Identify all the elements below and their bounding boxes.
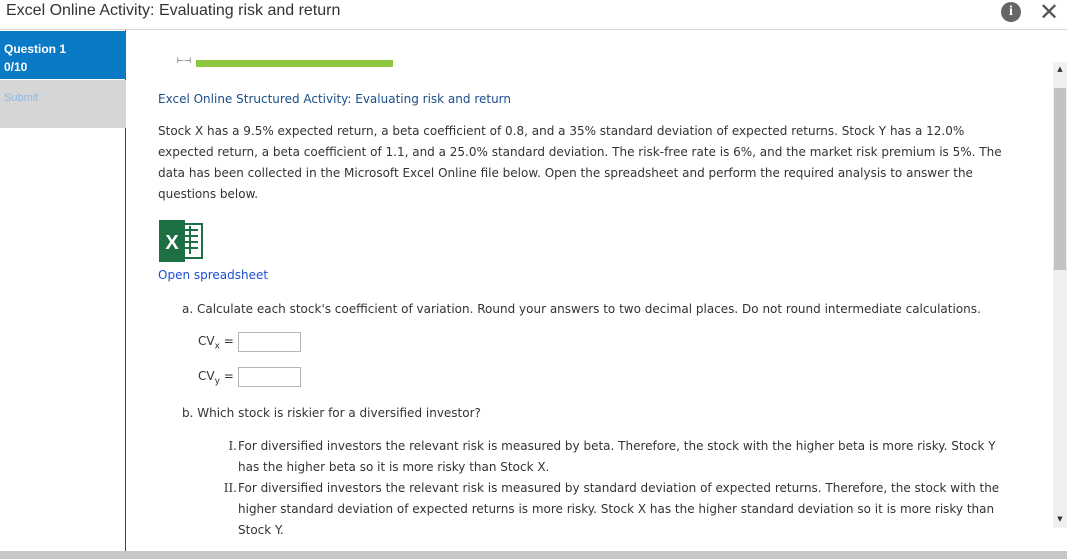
progress-fill <box>196 60 393 67</box>
question-label: Question 1 <box>4 42 67 56</box>
question-score: 0/10 <box>4 60 28 74</box>
option-numeral: II. <box>223 481 237 495</box>
progress-bar <box>196 60 393 67</box>
sidebar-item-question-1[interactable]: Question 1 0/10 <box>0 31 126 79</box>
cv-x-input[interactable] <box>238 332 301 352</box>
submit-area: Submit <box>0 80 126 128</box>
submit-button[interactable]: Submit <box>4 92 38 104</box>
info-icon[interactable]: i <box>1001 2 1021 22</box>
scroll-up-arrow-icon[interactable]: ▲ <box>1053 62 1067 76</box>
question-sidebar: Question 1 0/10 Submit <box>0 30 126 559</box>
problem-statement: Stock X has a 9.5% expected return, a be… <box>158 124 1002 201</box>
scroll-down-arrow-icon[interactable]: ▼ <box>1053 512 1067 526</box>
excel-icon[interactable]: X <box>158 220 204 262</box>
open-spreadsheet-link[interactable]: Open spreadsheet <box>158 268 268 282</box>
close-icon[interactable]: ✕ <box>1039 0 1059 25</box>
window-title: Excel Online Activity: Evaluating risk a… <box>6 2 341 19</box>
main-content: ⊢⊣ Excel Online Structured Activity: Eva… <box>127 30 1053 551</box>
cv-x-label: CVx = <box>198 334 234 352</box>
option-numeral: I. <box>228 439 237 453</box>
progress-indicator: ⊢⊣ <box>167 56 393 69</box>
question-b-text: b. Which stock is riskier for a diversif… <box>182 406 481 420</box>
window-titlebar: Excel Online Activity: Evaluating risk a… <box>0 0 1067 30</box>
progress-handle-icon: ⊢⊣ <box>177 56 191 65</box>
option-text: For diversified investors the relevant r… <box>238 439 996 474</box>
option-text: For diversified investors the relevant r… <box>238 481 1000 537</box>
cv-y-input[interactable] <box>238 367 301 387</box>
excel-icon-letter: X <box>165 232 179 254</box>
cv-y-label: CVy = <box>198 369 234 387</box>
scrollbar-thumb[interactable] <box>1054 88 1066 270</box>
question-a-text: a. Calculate each stock's coefficient of… <box>182 302 981 316</box>
activity-heading: Excel Online Structured Activity: Evalua… <box>158 92 512 106</box>
bottom-bar <box>0 551 1067 559</box>
